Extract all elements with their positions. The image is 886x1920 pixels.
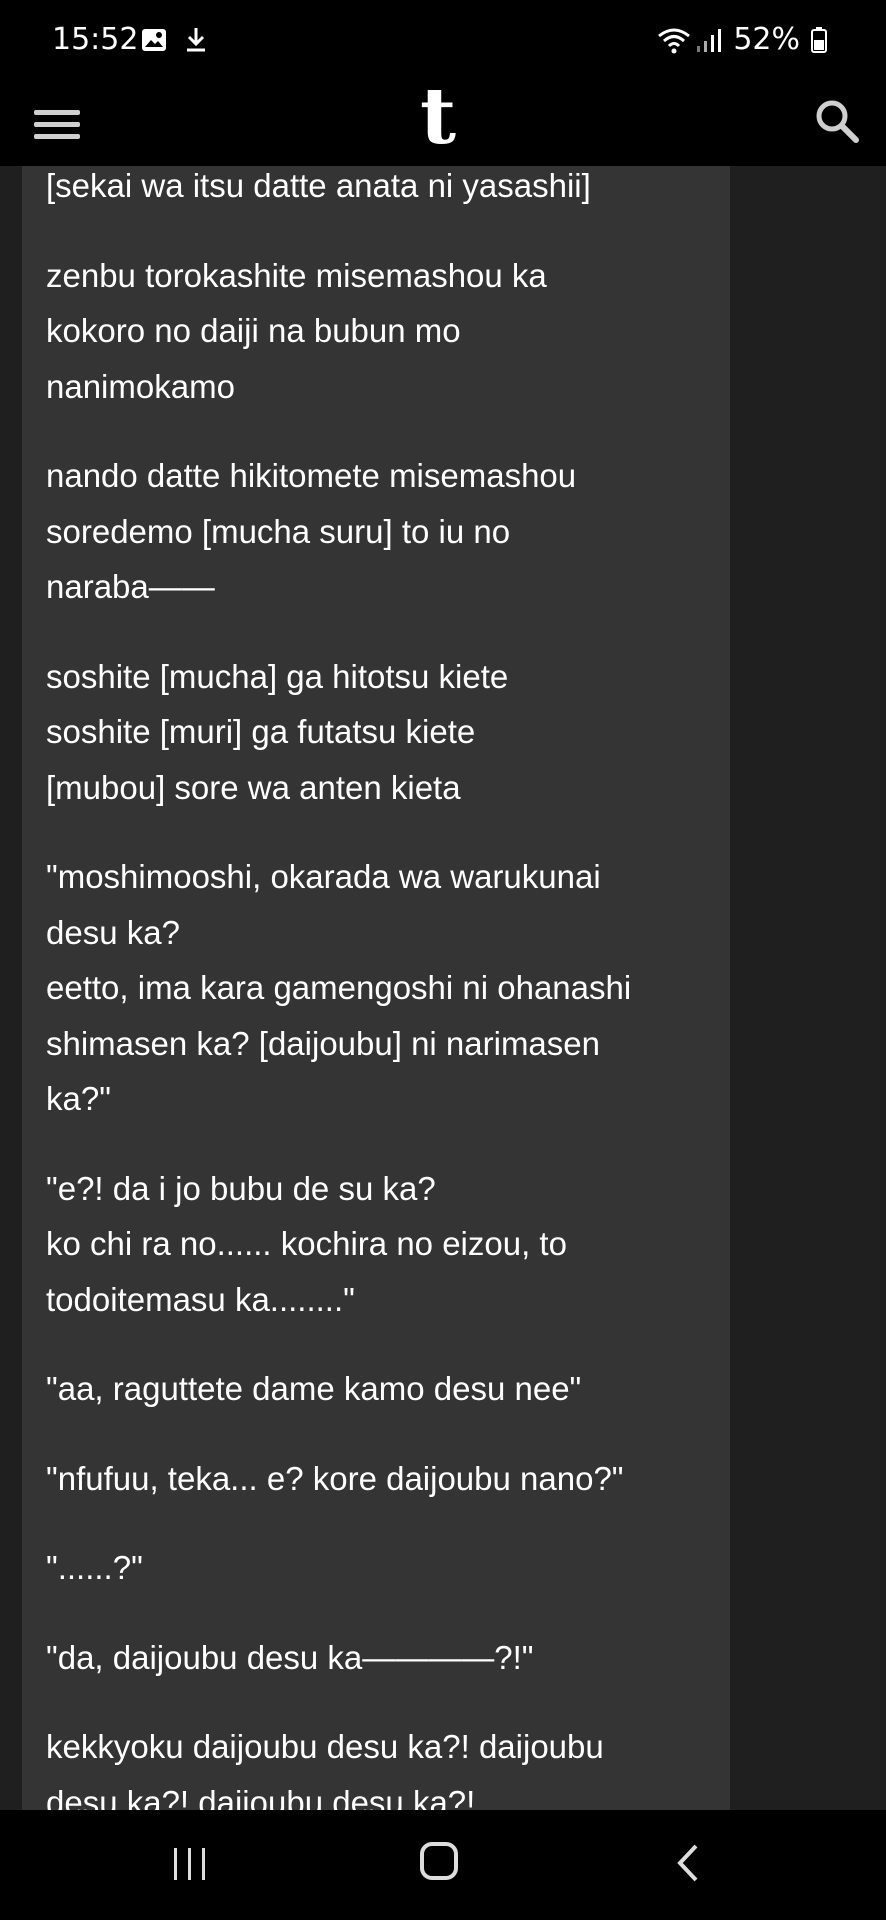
post-paragraph: "aa, raguttete dame kamo desu nee" [46, 1361, 726, 1417]
post-line: "moshimooshi, okarada wa warukunai [46, 858, 601, 895]
post-line: soshite [muri] ga futatsu kiete [46, 713, 476, 750]
post-line: nando datte hikitomete misemashou [46, 457, 577, 494]
content-area: [sekai wa itsu datte anata ni yasashii] z… [0, 166, 886, 1810]
tumblr-logo[interactable]: t [420, 78, 456, 156]
post-line: todoitemasu ka........" [46, 1280, 355, 1318]
post-line: [mubou] sore wa anten kieta [46, 768, 461, 806]
post-line: "e?! da i jo bubu de su ka? [46, 1169, 436, 1207]
post-paragraph: nando datte hikitomete misemashou soredem… [46, 448, 726, 615]
post-line: "nfufuu, teka... e? kore daijoubu nano?" [46, 1459, 624, 1497]
battery-percent: 52% [733, 22, 800, 57]
post-line: ko chi ra no...... kochira no eizou, to [46, 1225, 567, 1262]
post-line: soredemo [mucha suru] to iu no [46, 512, 511, 550]
post-line: zenbu torokashite misemashou ka [46, 256, 547, 294]
post-paragraph: "da, daijoubu desu ka————?!" [46, 1630, 726, 1686]
navigation-bar [0, 1810, 886, 1920]
post-line: ka?" [46, 1080, 111, 1117]
status-left-icons [140, 26, 210, 54]
post-line: kokoro no daiji na bubun mo [46, 312, 461, 349]
post-paragraph: zenbu torokashite misemashou ka kokoro no… [46, 248, 726, 415]
home-icon[interactable] [418, 1840, 460, 1882]
battery-icon [810, 26, 838, 54]
post-paragraph: "moshimooshi, okarada wa warukunai desu k… [46, 849, 726, 1127]
image-icon [140, 26, 168, 54]
post-line: desu ka?! daijoubu desu ka?! [46, 1783, 476, 1811]
post-line: "aa, raguttete dame kamo desu nee" [46, 1370, 582, 1407]
post-paragraph: kekkyoku daijoubu desu ka?! daijoubu desu… [46, 1719, 726, 1810]
search-icon[interactable] [812, 96, 862, 146]
post-paragraph: "e?! da i jo bubu de su ka? ko chi ra no.… [46, 1161, 726, 1328]
post-text: [sekai wa itsu datte anata ni yasashii] z… [46, 166, 726, 1810]
status-right: 52% [657, 22, 838, 57]
post-line: naraba—— [46, 568, 215, 605]
post-paragraph: "nfufuu, teka... e? kore daijoubu nano?" [46, 1451, 726, 1507]
post-paragraph: [sekai wa itsu datte anata ni yasashii] [46, 166, 726, 214]
post-line: soshite [mucha] ga hitotsu kiete [46, 657, 509, 695]
menu-icon[interactable] [34, 102, 82, 146]
wifi-icon [657, 26, 691, 54]
back-icon[interactable] [672, 1840, 706, 1886]
post-line: desu ka? [46, 913, 180, 951]
post-line: shimasen ka? [daijoubu] ni narimasen [46, 1024, 600, 1062]
post-card: [sekai wa itsu datte anata ni yasashii] z… [22, 166, 730, 1810]
post-line: [sekai wa itsu datte anata ni yasashii] [46, 167, 591, 204]
recents-icon[interactable] [170, 1840, 210, 1890]
status-time: 15:52 [52, 22, 139, 57]
signal-icon [695, 26, 723, 54]
post-paragraph: soshite [mucha] ga hitotsu kiete soshite … [46, 649, 726, 816]
post-line: nanimokamo [46, 367, 235, 405]
top-bar: t [0, 78, 886, 166]
download-icon [182, 26, 210, 54]
post-line: kekkyoku daijoubu desu ka?! daijoubu [46, 1728, 604, 1765]
post-line: eetto, ima kara gamengoshi ni ohanashi [46, 969, 632, 1006]
post-paragraph: "......?" [46, 1540, 726, 1596]
post-line: "da, daijoubu desu ka————?!" [46, 1638, 534, 1676]
post-line: "......?" [46, 1549, 143, 1586]
